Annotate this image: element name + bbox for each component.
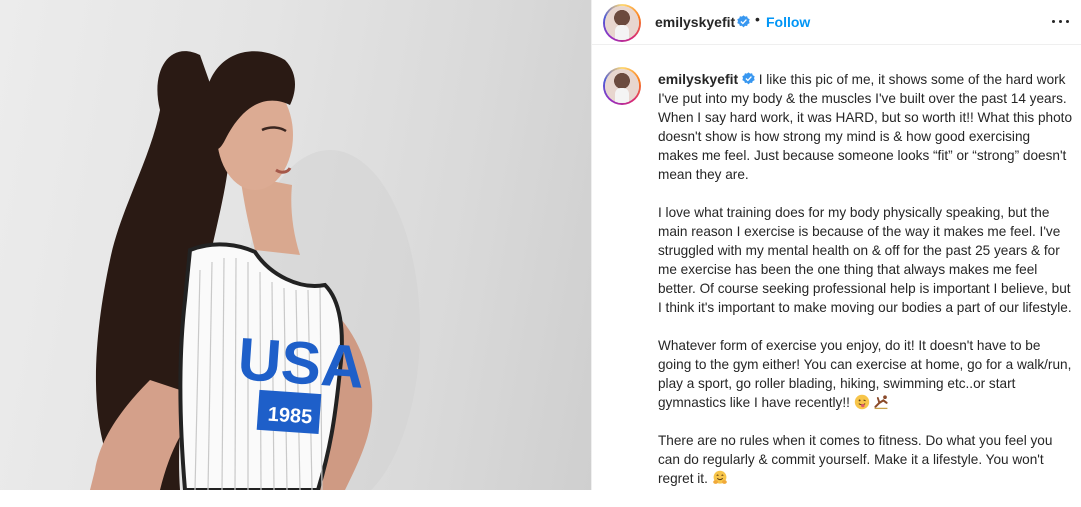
caption-paragraph: I love what training does for my body ph… [658,205,1072,315]
header-username-link[interactable]: emilyskyefit [655,14,735,30]
caption-username-link[interactable]: emilyskyefit [658,71,738,87]
separator-dot: • [755,11,760,27]
shirt-usa-text: USA [236,325,367,401]
caption-text: I like this pic of me, it shows some of … [658,72,1073,182]
follow-button[interactable]: Follow [766,14,810,30]
post-photo[interactable]: USA 1985 [0,0,591,490]
caption-avatar[interactable] [603,67,641,105]
verified-badge-icon [742,72,755,85]
gymnastics-emoji [874,395,889,410]
tongue-out-face-emoji [854,394,869,410]
post-header: emilyskyefit • Follow [592,0,1081,45]
post-side-panel: emilyskyefit • Follow emilyskyefit I lik… [592,0,1081,490]
profile-avatar[interactable] [603,4,641,42]
caption-paragraph: emilyskyefit I like this pic of me, it s… [658,70,1072,184]
verified-badge-icon [737,15,750,28]
post-caption: emilyskyefit I like this pic of me, it s… [658,70,1072,507]
woman-photo-illustration: USA 1985 [90,51,420,490]
more-options-icon[interactable] [1049,16,1073,26]
caption-paragraph: Whatever form of exercise you enjoy, do … [658,336,1072,412]
hugging-face-emoji [712,470,727,484]
shirt-number-text: 1985 [267,403,313,428]
caption-paragraph: There are no rules when it comes to fitn… [658,431,1072,488]
